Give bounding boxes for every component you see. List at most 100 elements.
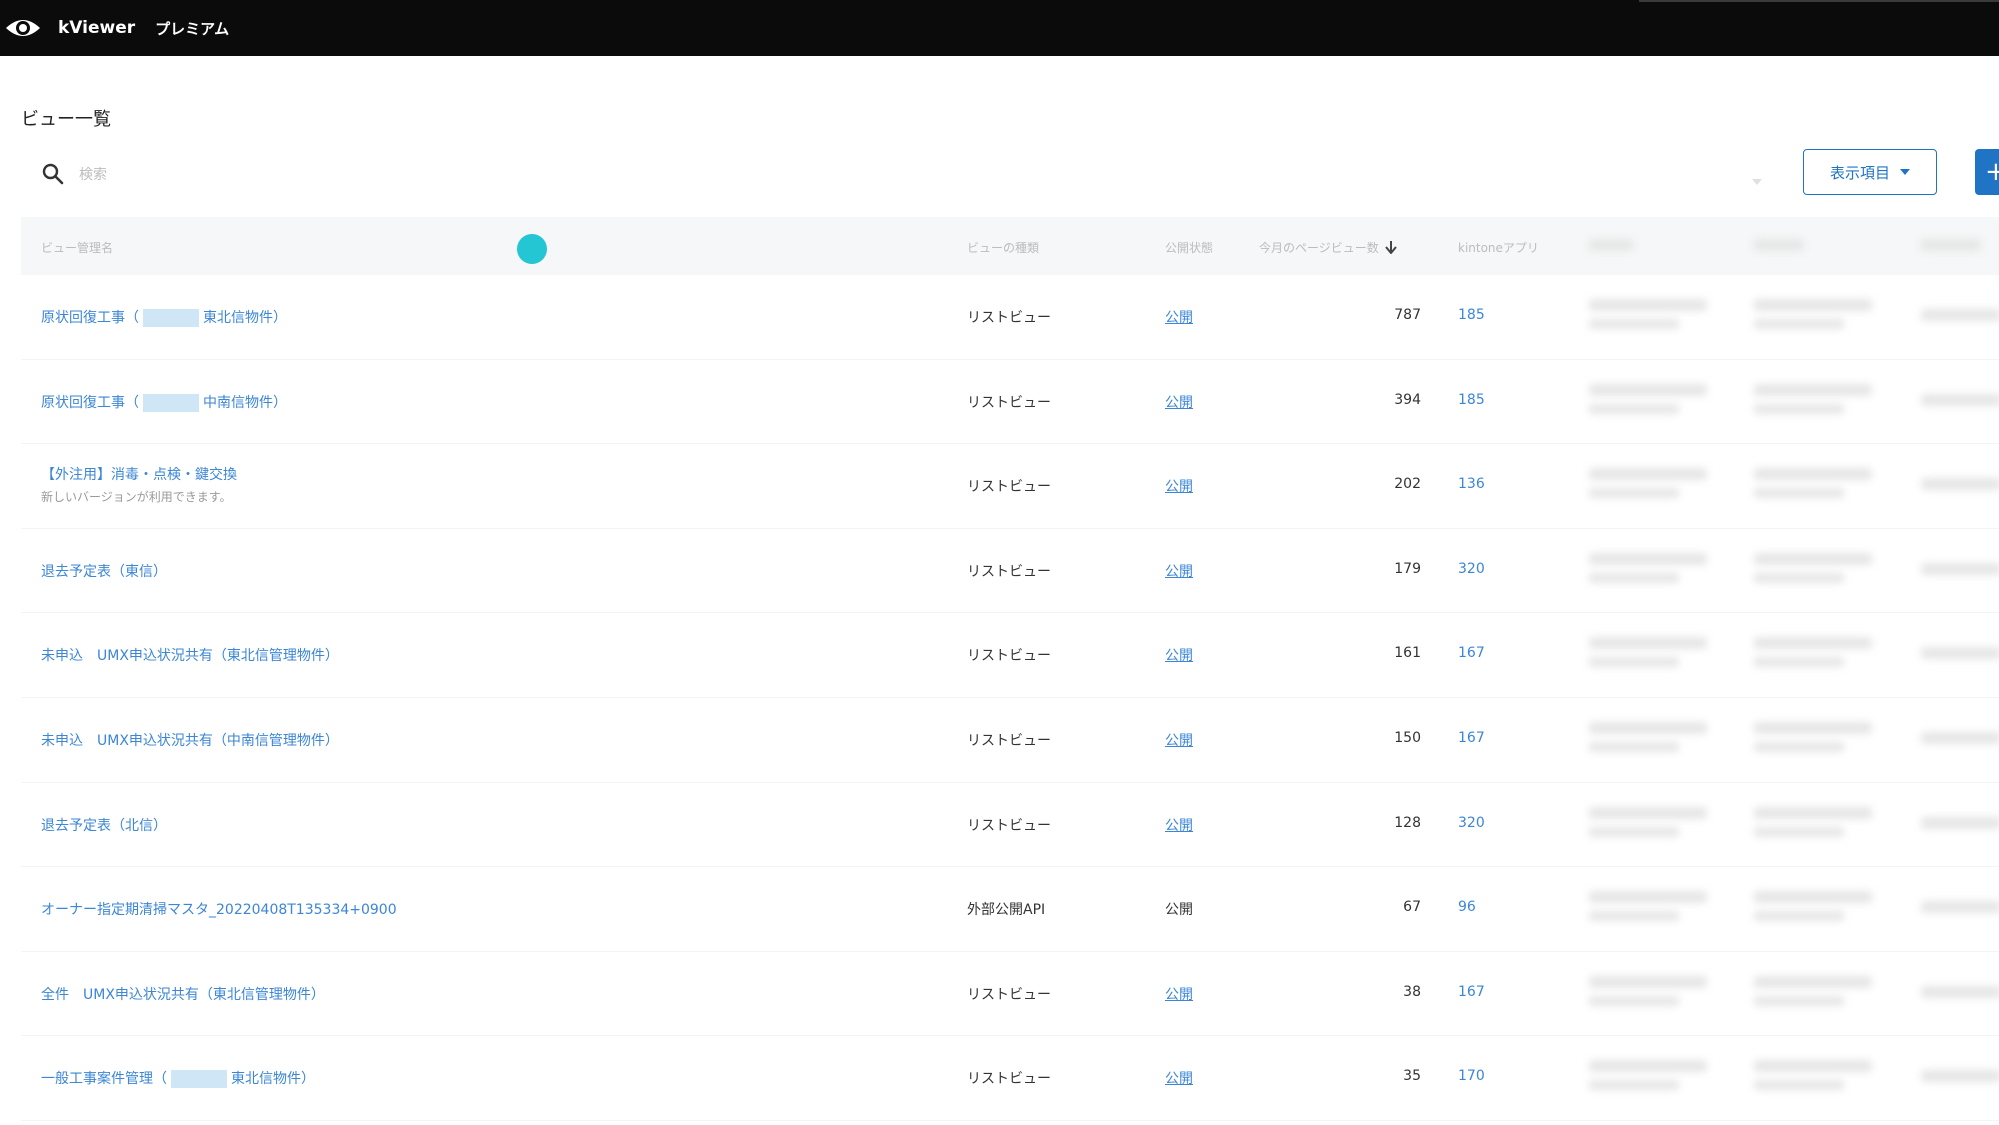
blurred-cell — [1754, 657, 1844, 668]
header-name[interactable]: ビュー管理名 — [41, 239, 113, 256]
blurred-cell — [1754, 721, 1872, 734]
kintone-app-link[interactable]: 167 — [1458, 730, 1485, 746]
status-link[interactable]: 公開 — [1165, 730, 1193, 750]
header-views[interactable]: 今月のページビュー数 — [1259, 239, 1397, 257]
blurred-header — [1921, 239, 1981, 251]
view-name-text: オーナー指定期清掃マスタ_20220408T135334+0900 — [41, 902, 397, 919]
blurred-cell — [1754, 572, 1844, 583]
view-name-link[interactable]: 退去予定表（北信） — [41, 815, 167, 835]
header-views-label: 今月のページビュー数 — [1259, 241, 1379, 255]
views-table: ビュー管理名 ビューの種類 公開状態 今月のページビュー数 kintoneアプリ… — [21, 217, 1999, 1121]
search-input[interactable] — [77, 159, 881, 191]
view-type: リストビュー — [967, 986, 1051, 1003]
blurred-header — [1754, 239, 1804, 251]
view-name-suffix: 東北信物件） — [231, 1071, 315, 1088]
redacted-block — [143, 309, 199, 327]
kintone-app-link[interactable]: 167 — [1458, 984, 1485, 1000]
page-view-count: 38 — [1403, 983, 1421, 1000]
view-name-link[interactable]: 原状回復工事（ 中南信物件） — [41, 392, 287, 412]
blurred-cell — [1921, 562, 1999, 575]
blurred-cell — [1921, 478, 1999, 491]
kintone-app-link[interactable]: 170 — [1458, 1068, 1485, 1084]
view-type: 外部公開API — [967, 902, 1046, 919]
header-app[interactable]: kintoneアプリ — [1458, 239, 1539, 256]
view-name-link[interactable]: 【外注用】消毒・点検・鍵交換 新しいバージョンが利用できます。 — [41, 464, 237, 505]
brand-name[interactable]: kViewer — [58, 18, 135, 38]
status-link[interactable]: 公開 — [1165, 984, 1193, 1004]
table-row[interactable]: 未申込 UMX申込状況共有（中南信管理物件） リストビュー 公開 150 167 — [21, 698, 1999, 783]
view-type: リストビュー — [967, 310, 1051, 326]
table-row[interactable]: 一般工事案件管理（ 東北信物件） リストビュー 公開 35 170 — [21, 1036, 1999, 1121]
redacted-block — [143, 393, 199, 412]
table-header: ビュー管理名 ビューの種類 公開状態 今月のページビュー数 kintoneアプリ — [21, 217, 1999, 275]
view-name-link[interactable]: 退去予定表（東信） — [41, 561, 167, 581]
status-link[interactable]: 公開 — [1165, 645, 1193, 665]
page-view-count: 202 — [1394, 476, 1421, 493]
view-type: リストビュー — [967, 479, 1051, 496]
blurred-cell — [1589, 552, 1707, 565]
chevron-down-icon — [1900, 169, 1910, 175]
kintone-app-link[interactable]: 185 — [1458, 307, 1485, 323]
blurred-cell — [1754, 975, 1872, 988]
table-row[interactable]: オーナー指定期清掃マスタ_20220408T135334+0900 外部公開API… — [21, 867, 1999, 952]
blurred-cell — [1921, 731, 1999, 744]
status-link[interactable]: 公開 — [1165, 392, 1193, 412]
blurred-header — [1589, 239, 1633, 251]
view-type: リストビュー — [967, 732, 1051, 749]
table-row[interactable]: 原状回復工事（ 中南信物件） リストビュー 公開 394 185 — [21, 360, 1999, 445]
status-link[interactable]: 公開 — [1165, 561, 1193, 581]
blurred-cell — [1589, 299, 1707, 311]
status-link[interactable]: 公開 — [1165, 476, 1193, 496]
view-name-text: 退去予定表（東信） — [41, 563, 167, 580]
add-view-button[interactable]: + — [1975, 149, 1999, 195]
search-icon — [41, 162, 65, 186]
sort-arrow-down-icon[interactable] — [1384, 240, 1397, 257]
view-name-link[interactable]: オーナー指定期清掃マスタ_20220408T135334+0900 — [41, 899, 397, 919]
kintone-app-link[interactable]: 96 — [1458, 899, 1476, 915]
kintone-app-link[interactable]: 185 — [1458, 392, 1485, 408]
status-link[interactable]: 公開 — [1165, 307, 1193, 327]
view-name-text: 【外注用】消毒・点検・鍵交換 — [41, 467, 237, 484]
page-title: ビュー一覧 — [21, 109, 111, 130]
blurred-cell — [1921, 901, 1999, 914]
blurred-cell — [1589, 403, 1679, 414]
table-row[interactable]: 【外注用】消毒・点検・鍵交換 新しいバージョンが利用できます。 リストビュー 公開 20… — [21, 444, 1999, 529]
view-name-link[interactable]: 一般工事案件管理（ 東北信物件） — [41, 1068, 315, 1089]
table-row[interactable]: 原状回復工事（ 東北信物件） リストビュー 公開 787 185 — [21, 275, 1999, 360]
kintone-app-link[interactable]: 320 — [1458, 561, 1485, 577]
status-link[interactable]: 公開 — [1165, 815, 1193, 835]
blurred-cell — [1754, 1080, 1844, 1091]
table-row[interactable]: 全件 UMX申込状況共有（東北信管理物件） リストビュー 公開 38 167 — [21, 952, 1999, 1037]
kintone-app-link[interactable]: 167 — [1458, 645, 1485, 661]
kintone-app-link[interactable]: 136 — [1458, 476, 1485, 492]
table-row[interactable]: 退去予定表（東信） リストビュー 公開 179 320 — [21, 529, 1999, 614]
status-link[interactable]: 公開 — [1165, 1068, 1193, 1088]
blurred-cell — [1921, 1070, 1999, 1083]
view-name-link[interactable]: 未申込 UMX申込状況共有（中南信管理物件） — [41, 730, 339, 750]
blurred-cell — [1754, 891, 1872, 904]
blurred-cell — [1921, 985, 1999, 998]
blurred-cell — [1754, 383, 1872, 396]
page-view-count: 179 — [1394, 560, 1421, 577]
display-columns-button[interactable]: 表示項目 — [1803, 149, 1937, 195]
blurred-cell — [1589, 319, 1679, 329]
table-row[interactable]: 退去予定表（北信） リストビュー 公開 128 320 — [21, 783, 1999, 868]
table-row[interactable]: 未申込 UMX申込状況共有（東北信管理物件） リストビュー 公開 161 167 — [21, 613, 1999, 698]
view-type-filter-select[interactable] — [933, 157, 1793, 191]
eye-logo-icon[interactable] — [4, 14, 42, 42]
view-name-link[interactable]: 原状回復工事（ 東北信物件） — [41, 307, 287, 327]
view-type: リストビュー — [967, 563, 1051, 580]
kintone-app-link[interactable]: 320 — [1458, 815, 1485, 831]
view-type: リストビュー — [967, 817, 1051, 834]
blurred-cell — [1589, 1080, 1679, 1091]
view-type: リストビュー — [967, 394, 1051, 411]
header-status[interactable]: 公開状態 — [1165, 239, 1213, 256]
view-name-link[interactable]: 未申込 UMX申込状況共有（東北信管理物件） — [41, 645, 339, 665]
blurred-cell — [1754, 1060, 1872, 1073]
toolbar: 表示項目 + — [21, 145, 1999, 203]
blurred-cell — [1589, 572, 1679, 583]
view-name-text: 未申込 UMX申込状況共有（東北信管理物件） — [41, 648, 339, 665]
filter-chevron-down-icon[interactable] — [1752, 170, 1762, 185]
header-type[interactable]: ビューの種類 — [967, 239, 1039, 256]
view-name-link[interactable]: 全件 UMX申込状況共有（東北信管理物件） — [41, 984, 325, 1004]
